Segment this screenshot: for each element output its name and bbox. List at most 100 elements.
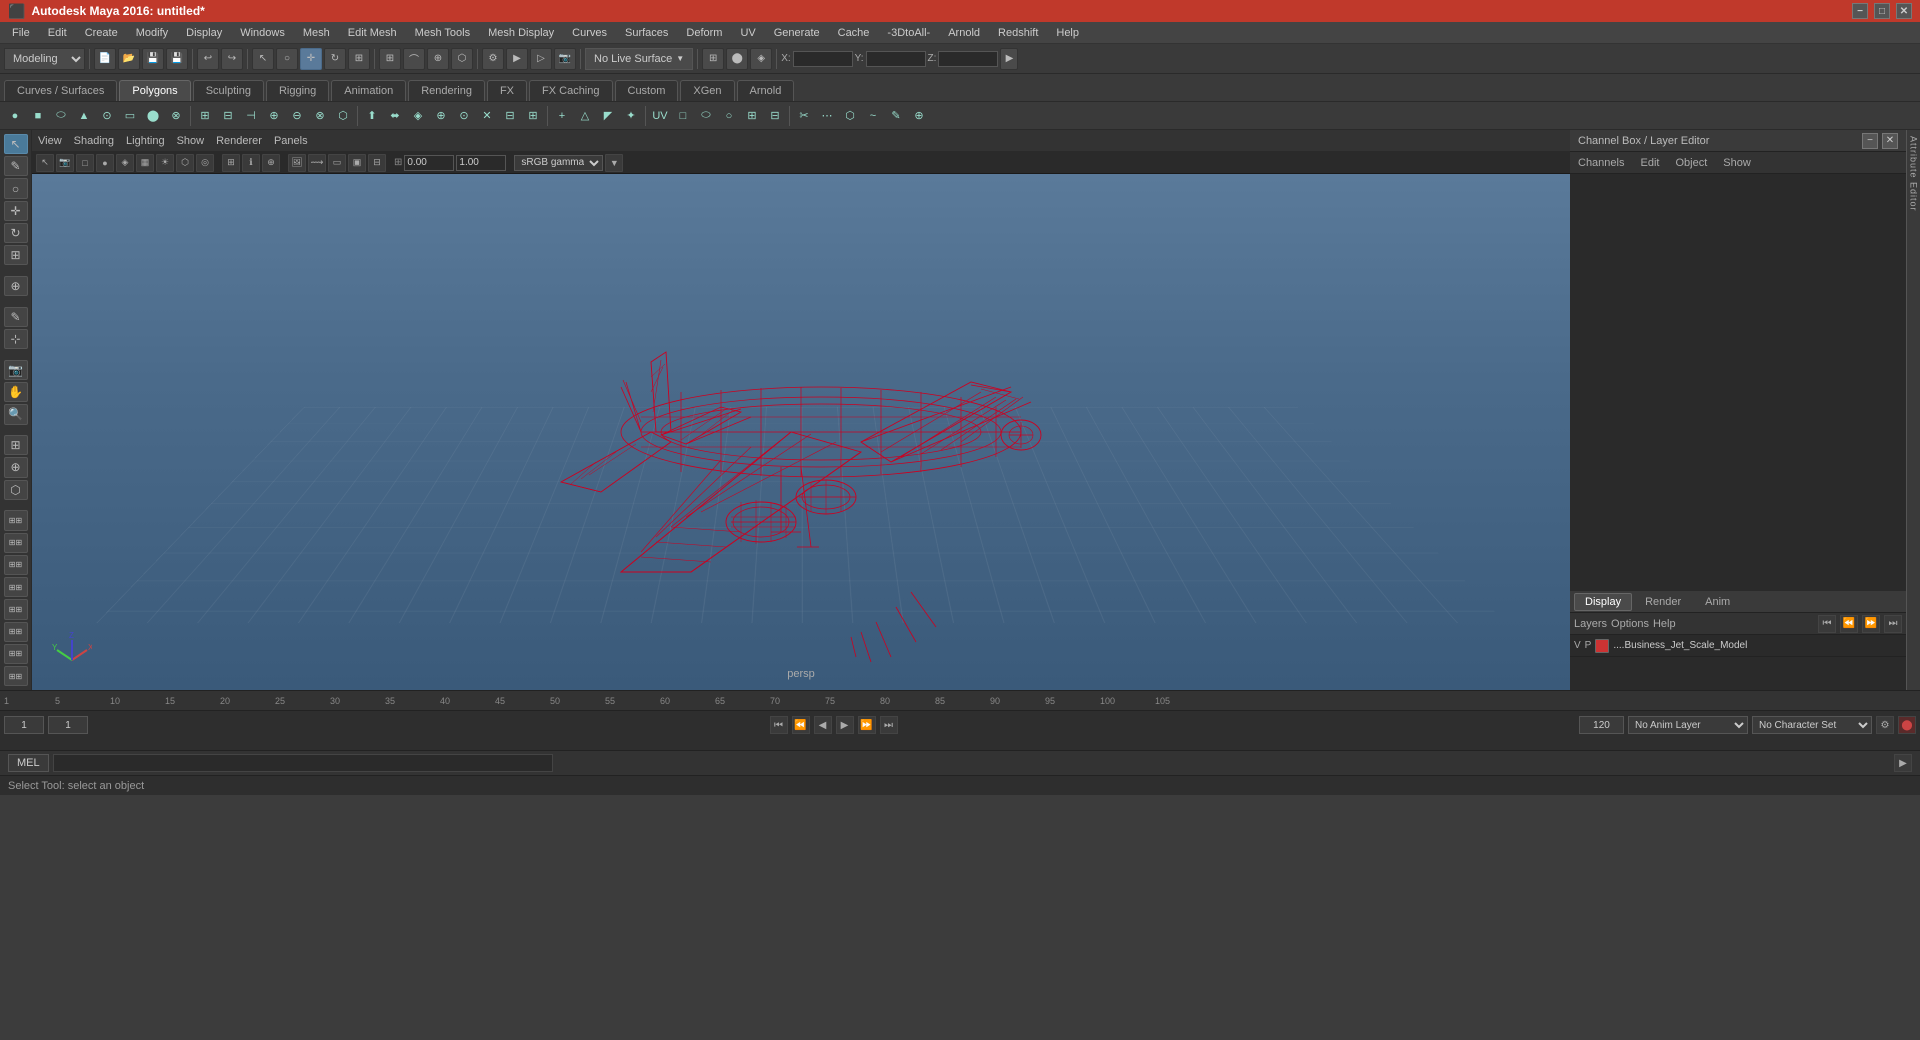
vp-heads-up[interactable]: ℹ [242, 154, 260, 172]
soft-mod-button[interactable]: ⊕ [908, 105, 930, 127]
cb-tab-show[interactable]: Show [1719, 155, 1755, 171]
tab-rigging[interactable]: Rigging [266, 80, 329, 101]
z-coord-input[interactable] [938, 51, 998, 67]
snap-grid-left[interactable]: ⊞ [4, 435, 28, 455]
vp-menu-show[interactable]: Show [177, 135, 205, 147]
undo-button[interactable]: ↩ [197, 48, 219, 70]
vp-motion-trail[interactable]: ⟿ [308, 154, 326, 172]
show-manip-left[interactable]: ⊕ [4, 276, 28, 296]
go-to-end-button[interactable]: ⏭ [880, 716, 898, 734]
menu-edit-mesh[interactable]: Edit Mesh [340, 25, 405, 41]
icon-multi-4[interactable]: ⊞⊞ [4, 577, 28, 597]
move-tool-left[interactable]: ✛ [4, 201, 28, 221]
snap-curve-button[interactable]: ⌒ [403, 48, 425, 70]
minimize-button[interactable]: − [1852, 3, 1868, 19]
display-tab-anim[interactable]: Anim [1694, 593, 1741, 611]
cylindrical-map-button[interactable]: ⬭ [695, 105, 717, 127]
channel-box-minimize[interactable]: − [1862, 133, 1878, 149]
no-live-surface-button[interactable]: No Live Surface ▼ [585, 48, 693, 70]
cb-tab-edit[interactable]: Edit [1636, 155, 1663, 171]
ipr-render-button[interactable]: ▷ [530, 48, 552, 70]
bevel-button[interactable]: ◈ [407, 105, 429, 127]
create-poly-button[interactable]: △ [574, 105, 596, 127]
tab-xgen[interactable]: XGen [680, 80, 734, 101]
tab-sculpting[interactable]: Sculpting [193, 80, 264, 101]
delete-edge-button[interactable]: ✕ [476, 105, 498, 127]
icon-multi-8[interactable]: ⊞⊞ [4, 666, 28, 686]
display-tab-display[interactable]: Display [1574, 593, 1632, 611]
snap-surface-button[interactable]: ⬡ [451, 48, 473, 70]
vp-selection-hi[interactable]: ⊕ [262, 154, 280, 172]
uvs-button[interactable]: UV [649, 105, 671, 127]
mode-dropdown[interactable]: Modeling Rigging Animation FX Rendering [4, 48, 85, 70]
bool-union-button[interactable]: ⊕ [263, 105, 285, 127]
lasso-select-button[interactable]: ○ [276, 48, 298, 70]
icon-multi-6[interactable]: ⊞⊞ [4, 622, 28, 642]
gamma-select[interactable]: sRGB gamma Linear [514, 155, 603, 171]
mirror-button[interactable]: ⊣ [240, 105, 262, 127]
icon-multi-1[interactable]: ⊞⊞ [4, 510, 28, 530]
maximize-button[interactable]: □ [1874, 3, 1890, 19]
vp-menu-shading[interactable]: Shading [74, 135, 114, 147]
vp-safe-areas[interactable]: ▣ [348, 154, 366, 172]
menu-redshift[interactable]: Redshift [990, 25, 1046, 41]
channel-box-close[interactable]: ✕ [1882, 133, 1898, 149]
vp-field-chart[interactable]: ⊟ [368, 154, 386, 172]
layer-next[interactable]: ⏩ [1862, 615, 1880, 633]
vp-grid[interactable]: ⊞ [222, 154, 240, 172]
cb-tab-object[interactable]: Object [1671, 155, 1711, 171]
vp-menu-view[interactable]: View [38, 135, 62, 147]
menu-surfaces[interactable]: Surfaces [617, 25, 676, 41]
move-tool-button[interactable]: ✛ [300, 48, 322, 70]
render-settings-button[interactable]: ⚙ [482, 48, 504, 70]
render-current-button[interactable]: ▶ [506, 48, 528, 70]
script-input[interactable] [53, 754, 553, 772]
show-manipulator-button[interactable]: ⊞ [702, 48, 724, 70]
play-forward-button[interactable]: ▶ [836, 716, 854, 734]
vp-shaded-wire[interactable]: ◈ [116, 154, 134, 172]
plane-button[interactable]: ▭ [119, 105, 141, 127]
menu-mesh-tools[interactable]: Mesh Tools [407, 25, 478, 41]
menu-windows[interactable]: Windows [232, 25, 293, 41]
menu-mesh-display[interactable]: Mesh Display [480, 25, 562, 41]
tab-animation[interactable]: Animation [331, 80, 406, 101]
append-poly-button[interactable]: + [551, 105, 573, 127]
quad-draw-button[interactable]: ⬡ [839, 105, 861, 127]
current-frame-input[interactable] [4, 716, 44, 734]
close-button[interactable]: ✕ [1896, 3, 1912, 19]
combine-button[interactable]: ⊞ [194, 105, 216, 127]
char-set-settings[interactable]: ⚙ [1876, 716, 1894, 734]
timeline-ruler[interactable]: 1 5 10 15 20 25 30 35 40 45 50 55 60 65 … [0, 691, 1920, 711]
vp-select-mode[interactable]: ↖ [36, 154, 54, 172]
menu-curves[interactable]: Curves [564, 25, 615, 41]
camera-tool-left[interactable]: 📷 [4, 360, 28, 380]
menu-generate[interactable]: Generate [766, 25, 828, 41]
vp-value-input1[interactable] [404, 155, 454, 171]
bool-inter-button[interactable]: ⊗ [309, 105, 331, 127]
disc-button[interactable]: ⬤ [142, 105, 164, 127]
scale-tool-button[interactable]: ⊞ [348, 48, 370, 70]
measure-left[interactable]: ⊹ [4, 329, 28, 349]
select-tool-left[interactable]: ↖ [4, 134, 28, 154]
tab-rendering[interactable]: Rendering [408, 80, 485, 101]
layer-name[interactable]: ....Business_Jet_Scale_Model [1613, 640, 1747, 651]
insert-edge-loop-button[interactable]: ⊟ [499, 105, 521, 127]
display-tab-render[interactable]: Render [1634, 593, 1692, 611]
scale-tool-left[interactable]: ⊞ [4, 245, 28, 265]
separate-button[interactable]: ⊟ [217, 105, 239, 127]
poke-button[interactable]: ✦ [620, 105, 642, 127]
cube-button[interactable]: ■ [27, 105, 49, 127]
auto-map-button[interactable]: ⊞ [741, 105, 763, 127]
viewport-canvas[interactable]: persp X Y Z [32, 174, 1570, 690]
vp-wireframe[interactable]: □ [76, 154, 94, 172]
wedge-button[interactable]: ◤ [597, 105, 619, 127]
layer-btn-options[interactable]: Options [1611, 618, 1649, 630]
no-live-surface-dropdown-icon[interactable]: ▼ [676, 54, 684, 63]
menu-arnold[interactable]: Arnold [940, 25, 988, 41]
merge-button[interactable]: ⊕ [430, 105, 452, 127]
connect-button[interactable]: ⋯ [816, 105, 838, 127]
cb-tab-channels[interactable]: Channels [1574, 155, 1628, 171]
paint-tool-left[interactable]: ✎ [4, 307, 28, 327]
vp-menu-panels[interactable]: Panels [274, 135, 308, 147]
rotate-tool-left[interactable]: ↻ [4, 223, 28, 243]
